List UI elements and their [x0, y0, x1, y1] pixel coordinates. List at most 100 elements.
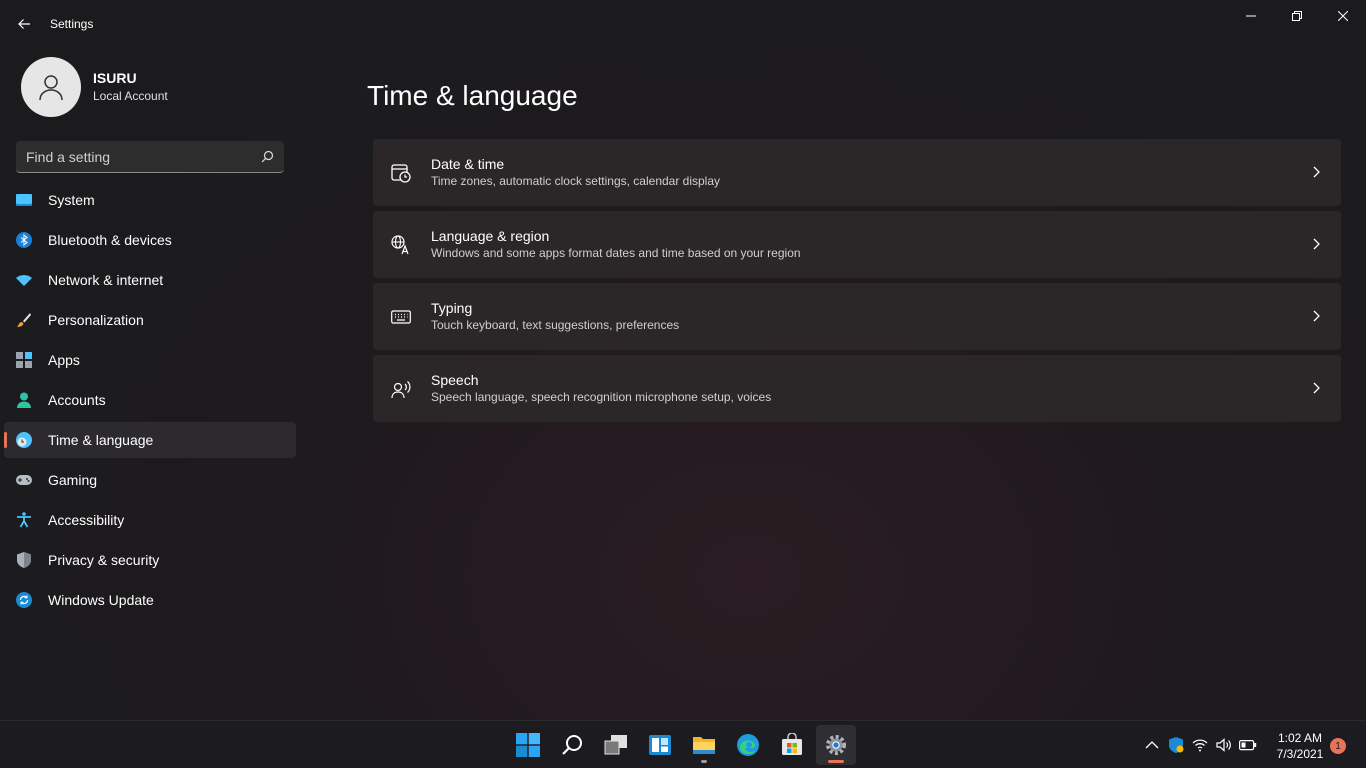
card-language-region[interactable]: Language & region Windows and some apps …	[373, 211, 1341, 278]
taskbar-widgets-button[interactable]	[640, 725, 680, 765]
chevron-right-icon	[1313, 238, 1320, 250]
restore-icon	[1292, 11, 1302, 21]
clock-date: 7/3/2021	[1276, 747, 1324, 761]
clock-time: 1:02 AM	[1277, 731, 1323, 745]
sidebar-item-privacy[interactable]: Privacy & security	[4, 542, 296, 578]
close-button[interactable]	[1320, 0, 1366, 32]
chevron-right-icon	[1313, 382, 1320, 394]
sidebar-item-label: Windows Update	[48, 592, 154, 608]
sidebar-item-bluetooth[interactable]: Bluetooth & devices	[4, 222, 296, 258]
sidebar-item-accessibility[interactable]: Accessibility	[4, 502, 296, 538]
tray-network-button[interactable]	[1188, 733, 1212, 757]
taskbar-apps	[508, 725, 860, 765]
notification-badge[interactable]: 1	[1330, 738, 1346, 754]
globe-clock-icon	[16, 432, 32, 448]
system-tray	[1140, 733, 1260, 757]
keyboard-icon	[391, 309, 411, 324]
avatar	[21, 57, 81, 117]
tray-battery-button[interactable]	[1236, 733, 1260, 757]
profile-account-type: Local Account	[93, 89, 168, 103]
calendar-clock-icon	[391, 163, 411, 183]
person-icon	[39, 75, 63, 101]
card-description: Time zones, automatic clock settings, ca…	[431, 174, 721, 188]
task-view-icon	[604, 735, 627, 755]
folder-icon	[693, 737, 715, 754]
maximize-button[interactable]	[1274, 0, 1320, 32]
taskbar-task-view-button[interactable]	[596, 725, 636, 765]
chevron-up-icon	[1145, 741, 1159, 749]
battery-icon	[1239, 740, 1257, 751]
sidebar-item-label: Accessibility	[48, 512, 125, 528]
sidebar-item-gaming[interactable]: Gaming	[4, 462, 296, 498]
windows-logo-icon	[516, 733, 540, 757]
speech-icon	[391, 380, 411, 398]
sidebar-item-label: Personalization	[48, 312, 144, 328]
wifi-icon	[16, 275, 32, 286]
taskbar-file-explorer-button[interactable]	[684, 725, 724, 765]
sidebar-item-system[interactable]: System	[4, 182, 296, 218]
person-icon	[17, 392, 31, 408]
volume-icon	[1216, 738, 1231, 752]
sidebar-item-label: Bluetooth & devices	[48, 232, 172, 248]
sidebar-item-time-language[interactable]: Time & language	[4, 422, 296, 458]
taskbar-edge-button[interactable]	[728, 725, 768, 765]
tray-overflow-button[interactable]	[1140, 733, 1164, 757]
card-description: Speech language, speech recognition micr…	[431, 390, 772, 404]
sidebar-item-windows-update[interactable]: Windows Update	[4, 582, 296, 618]
taskbar-store-button[interactable]	[772, 725, 812, 765]
widgets-icon	[649, 735, 671, 755]
tray-volume-button[interactable]	[1212, 733, 1236, 757]
back-arrow-icon	[18, 19, 30, 29]
card-speech[interactable]: Speech Speech language, speech recogniti…	[373, 355, 1341, 422]
language-icon	[391, 234, 409, 254]
card-title: Language & region	[431, 228, 550, 244]
brush-icon	[17, 313, 31, 327]
taskbar-clock[interactable]: 1:02 AM 7/3/2021	[1268, 730, 1332, 762]
card-description: Windows and some apps format dates and t…	[431, 246, 801, 260]
close-icon	[1338, 11, 1348, 21]
gamepad-icon	[16, 475, 32, 485]
title-bar: Settings	[0, 0, 1366, 48]
sidebar-item-label: Network & internet	[48, 272, 164, 288]
sidebar-item-label: Gaming	[48, 472, 98, 488]
minimize-button[interactable]	[1228, 0, 1274, 32]
search-input[interactable]	[26, 148, 261, 165]
profile[interactable]: ISURU Local Account	[21, 57, 168, 117]
window-controls	[1228, 0, 1366, 32]
taskbar-settings-button[interactable]	[816, 725, 856, 765]
bluetooth-icon	[16, 232, 32, 248]
store-icon	[782, 733, 802, 755]
sidebar-item-accounts[interactable]: Accounts	[4, 382, 296, 418]
taskbar: 1:02 AM 7/3/2021 1	[0, 720, 1366, 768]
monitor-icon	[16, 194, 32, 206]
app-title: Settings	[50, 17, 94, 31]
wifi-icon	[1192, 739, 1208, 752]
settings-cards: Date & time Time zones, automatic clock …	[373, 139, 1341, 427]
card-date-time[interactable]: Date & time Time zones, automatic clock …	[373, 139, 1341, 206]
shield-icon	[17, 552, 31, 568]
search-box[interactable]	[16, 141, 284, 173]
sidebar-item-label: System	[48, 192, 95, 208]
back-button[interactable]	[10, 10, 38, 38]
tray-defender-button[interactable]	[1164, 733, 1188, 757]
chevron-right-icon	[1313, 166, 1320, 178]
card-title: Typing	[431, 300, 473, 316]
taskbar-start-button[interactable]	[508, 725, 548, 765]
search-icon	[562, 735, 582, 755]
taskbar-search-button[interactable]	[552, 725, 592, 765]
running-indicator	[701, 760, 707, 763]
apps-icon	[16, 352, 32, 368]
card-title: Speech	[431, 372, 479, 388]
card-typing[interactable]: Typing Touch keyboard, text suggestions,…	[373, 283, 1341, 350]
sidebar-item-personalization[interactable]: Personalization	[4, 302, 296, 338]
sidebar: ISURU Local Account System Bluetooth & d…	[0, 48, 300, 720]
sidebar-item-label: Privacy & security	[48, 552, 160, 568]
profile-name: ISURU	[93, 70, 137, 86]
edge-icon	[737, 734, 759, 756]
sidebar-item-label: Apps	[48, 352, 80, 368]
search-icon[interactable]	[261, 150, 274, 163]
sidebar-item-apps[interactable]: Apps	[4, 342, 296, 378]
chevron-right-icon	[1313, 310, 1320, 322]
sidebar-item-network[interactable]: Network & internet	[4, 262, 296, 298]
refresh-icon	[16, 592, 32, 608]
